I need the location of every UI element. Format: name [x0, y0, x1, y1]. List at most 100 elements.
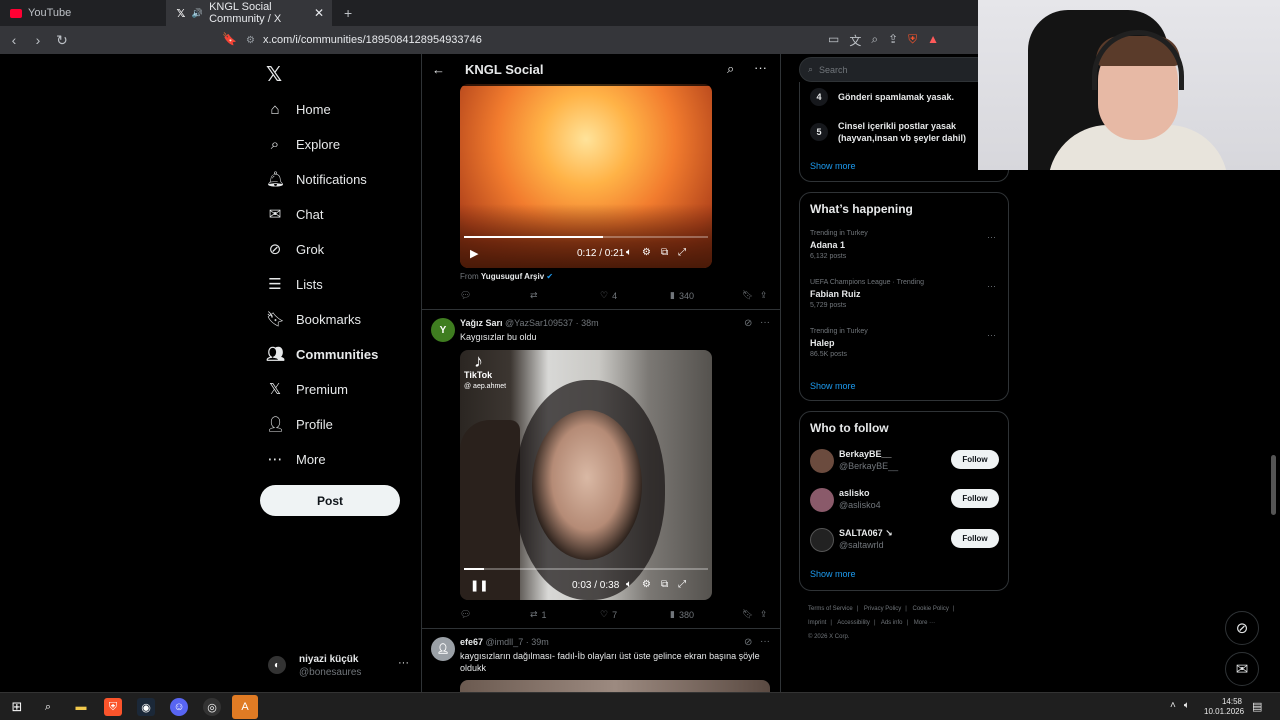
post-media[interactable] — [460, 680, 770, 692]
nav-lists[interactable]: ☰ Lists — [266, 273, 322, 295]
back-arrow-icon[interactable]: ← — [432, 62, 445, 77]
brave-shield-icon[interactable]: ⛨ — [908, 32, 917, 49]
repost-icon[interactable]: ⇄ — [530, 290, 538, 301]
more-icon[interactable]: ··· — [987, 330, 996, 340]
nav-communities[interactable]: 👥︎ Communities — [266, 343, 378, 365]
grok-icon[interactable]: ⊘ — [744, 637, 752, 648]
search-input[interactable]: ⌕ Search — [799, 57, 989, 82]
trend-item[interactable]: Trending in Turkey Adana 1 6,132 posts ·… — [810, 230, 1002, 260]
pause-icon[interactable]: ❚❚ — [470, 579, 488, 592]
grok-icon[interactable]: ⊘ — [1225, 611, 1259, 645]
follow-suggestion[interactable]: BerkayBE__ @BerkayBE__ Follow — [810, 447, 1002, 475]
more-icon[interactable]: ··· — [760, 636, 770, 647]
brave-browser-icon[interactable]: ⛨ — [104, 698, 122, 716]
scrollbar[interactable] — [1271, 455, 1276, 515]
obs-icon[interactable]: ◎ — [203, 698, 221, 716]
bookmark-icon[interactable]: 🔖︎ — [742, 290, 753, 301]
tab-kngl-social[interactable]: 𝕏 🔊 KNGL Social Community / X ✕ — [166, 0, 332, 26]
search-icon[interactable]: ⌕ — [727, 61, 734, 77]
show-more-link[interactable]: Show more — [810, 381, 856, 391]
author-handle[interactable]: @YazSar109537 — [505, 318, 573, 328]
author-name[interactable]: efe67 — [460, 637, 483, 647]
brave-rewards-icon[interactable]: ▲ — [927, 32, 939, 49]
footer-link[interactable]: Cookie Policy — [913, 606, 949, 612]
bookmark-icon[interactable]: 🔖 — [222, 32, 237, 46]
new-tab-button[interactable]: + — [344, 5, 352, 21]
more-icon[interactable]: ··· — [987, 232, 996, 242]
share-icon[interactable]: ⇪ — [760, 609, 768, 620]
video-player[interactable]: ▶ 0:12 / 0:21 🔈︎ ⚙ ⧉ ⤢ — [460, 84, 712, 268]
repost-button[interactable]: ⇄ 1 — [530, 609, 547, 620]
video-player[interactable]: ♪ TikTok @ aep.ahmet ❚❚ 0:03 / 0:38 🔈︎ ⚙… — [460, 350, 712, 600]
notification-icon[interactable]: ▤ — [1252, 700, 1262, 713]
search-icon[interactable]: ⌕ — [39, 698, 57, 716]
pip-icon[interactable]: ⧉ — [661, 247, 668, 258]
footer-link[interactable]: Imprint — [808, 620, 826, 626]
play-icon[interactable]: ▶ — [470, 247, 478, 260]
site-info-icon[interactable]: ⚙ — [246, 35, 255, 46]
volume-icon[interactable]: 🔈︎ — [626, 579, 632, 590]
settings-icon[interactable]: ⚙ — [642, 247, 651, 258]
nav-grok[interactable]: ⊘ Grok — [266, 238, 324, 260]
avatar[interactable] — [810, 449, 834, 473]
footer-link[interactable]: Privacy Policy — [864, 606, 901, 612]
avatar[interactable]: 👤︎ — [431, 637, 455, 661]
nav-home[interactable]: ⌂ Home — [266, 98, 330, 120]
nav-more[interactable]: ⋯ More — [266, 448, 326, 470]
windows-start-icon[interactable]: ⊞ — [8, 698, 26, 716]
author-name[interactable]: Yağız Sarı — [460, 318, 503, 328]
back-button[interactable]: ‹ — [4, 32, 24, 48]
nav-notifications[interactable]: 🔔︎ Notifications — [266, 168, 367, 190]
zoom-icon[interactable]: ⌕ — [871, 32, 878, 49]
video-progress[interactable] — [464, 568, 708, 570]
cast-icon[interactable]: ▭ — [828, 32, 839, 49]
forward-button[interactable]: › — [28, 32, 48, 48]
app-icon[interactable]: A — [232, 695, 258, 719]
more-icon[interactable]: ··· — [760, 317, 770, 328]
more-icon[interactable]: ··· — [398, 657, 409, 669]
nav-chat[interactable]: ✉ Chat — [266, 203, 324, 225]
follow-button[interactable]: Follow — [951, 450, 999, 469]
translate-icon[interactable]: 文 — [849, 32, 861, 49]
volume-icon[interactable]: 🔈︎ — [626, 247, 632, 258]
grok-icon[interactable]: ⊘ — [744, 318, 752, 329]
more-icon[interactable]: ··· — [987, 281, 996, 291]
settings-icon[interactable]: ⚙ — [642, 579, 651, 590]
footer-link[interactable]: Accessibility — [837, 620, 870, 626]
follow-button[interactable]: Follow — [951, 489, 999, 508]
footer-link[interactable]: More ··· — [914, 620, 935, 626]
follow-suggestion[interactable]: SALTA067 ↘ @saltawrld Follow — [810, 526, 1002, 554]
tab-youtube[interactable]: YouTube — [0, 0, 166, 26]
nav-bookmarks[interactable]: 🔖︎ Bookmarks — [266, 308, 361, 330]
more-icon[interactable]: ··· — [754, 60, 767, 75]
trend-item[interactable]: UEFA Champions League · Trending Fabian … — [810, 279, 1002, 309]
show-more-link[interactable]: Show more — [810, 569, 856, 579]
author-handle[interactable]: @imdll_7 — [486, 637, 524, 647]
avatar[interactable] — [810, 528, 834, 552]
file-explorer-icon[interactable]: ▬ — [72, 698, 90, 716]
footer-link[interactable]: Ads info — [881, 620, 903, 626]
follow-suggestion[interactable]: aslisko @aslisko4 Follow — [810, 486, 1002, 514]
reply-icon[interactable]: 💬︎ — [460, 290, 471, 301]
reload-button[interactable]: ↻ — [52, 32, 72, 49]
trend-item[interactable]: Trending in Turkey Halep 86.5K posts ··· — [810, 328, 1002, 358]
steam-icon[interactable]: ◉ — [137, 698, 155, 716]
discord-icon[interactable]: ☺ — [170, 698, 188, 716]
views-button[interactable]: ▮ 380 — [670, 609, 694, 620]
like-button[interactable]: ♡ 7 — [600, 609, 617, 620]
like-button[interactable]: ♡ 4 — [600, 290, 617, 301]
share-icon[interactable]: ⇪ — [888, 32, 898, 49]
fullscreen-icon[interactable]: ⤢ — [678, 247, 686, 258]
close-icon[interactable]: ✕ — [314, 6, 324, 20]
follow-button[interactable]: Follow — [951, 529, 999, 548]
speaker-icon[interactable]: 🔈︎ — [1184, 700, 1190, 711]
footer-link[interactable]: Terms of Service — [808, 606, 853, 612]
reply-icon[interactable]: 💬︎ — [460, 609, 471, 620]
nav-profile[interactable]: 👤︎ Profile — [266, 413, 333, 435]
mail-icon[interactable]: ✉ — [1225, 652, 1259, 686]
nav-premium[interactable]: 𝕏 Premium — [266, 378, 348, 400]
share-icon[interactable]: ⇪ — [760, 290, 768, 301]
pip-icon[interactable]: ⧉ — [661, 579, 668, 590]
fullscreen-icon[interactable]: ⤢ — [678, 579, 686, 590]
x-logo-icon[interactable]: 𝕏 — [266, 62, 282, 87]
